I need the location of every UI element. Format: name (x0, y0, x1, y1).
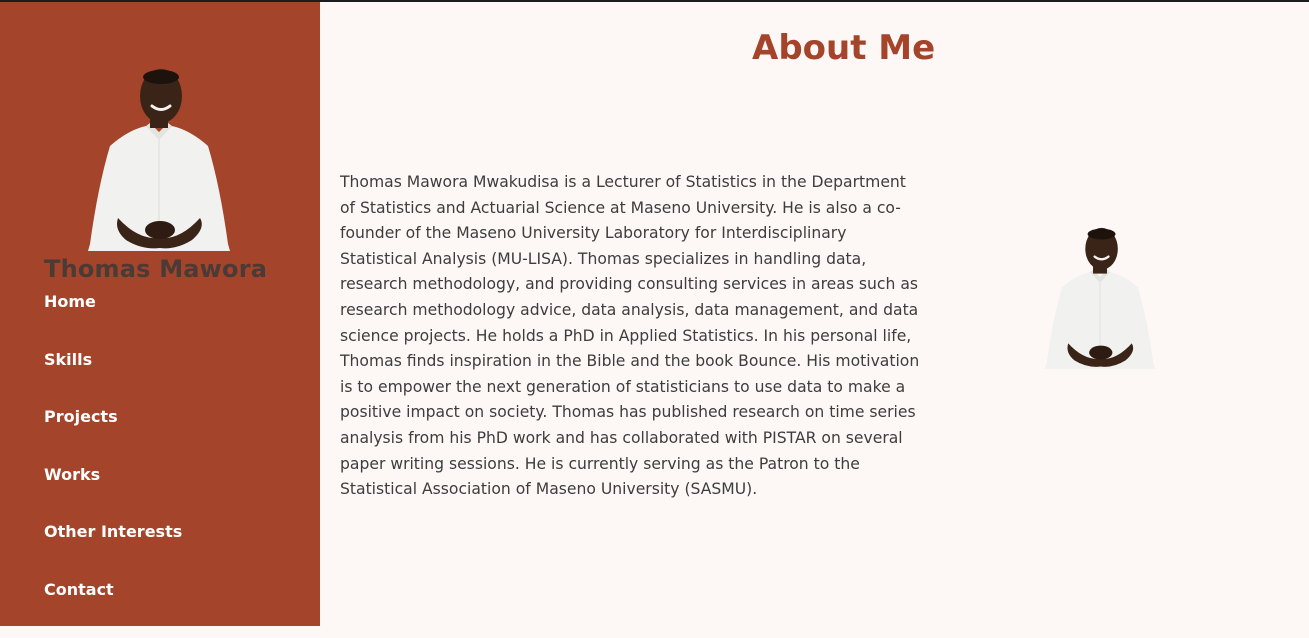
nav-item-works[interactable]: Works (44, 465, 182, 523)
nav-item-contact[interactable]: Contact (44, 580, 182, 638)
top-border (0, 0, 1309, 2)
profile-photo (88, 69, 230, 251)
sidebar: Thomas Mawora Home Skills Projects Works… (0, 0, 320, 626)
sidebar-nav: Home Skills Projects Works Other Interes… (44, 292, 182, 638)
nav-item-other-interests[interactable]: Other Interests (44, 522, 182, 580)
main-content: About Me Thomas Mawora Mwakudisa is a Le… (320, 0, 1309, 626)
nav-item-home[interactable]: Home (44, 292, 182, 350)
sidebar-profile-name: Thomas Mawora (44, 255, 268, 283)
bio-paragraph: Thomas Mawora Mwakudisa is a Lecturer of… (340, 173, 920, 499)
nav-item-projects[interactable]: Projects (44, 407, 182, 465)
about-photo (1045, 227, 1155, 369)
page-title: About Me (752, 28, 936, 68)
nav-item-skills[interactable]: Skills (44, 350, 182, 408)
